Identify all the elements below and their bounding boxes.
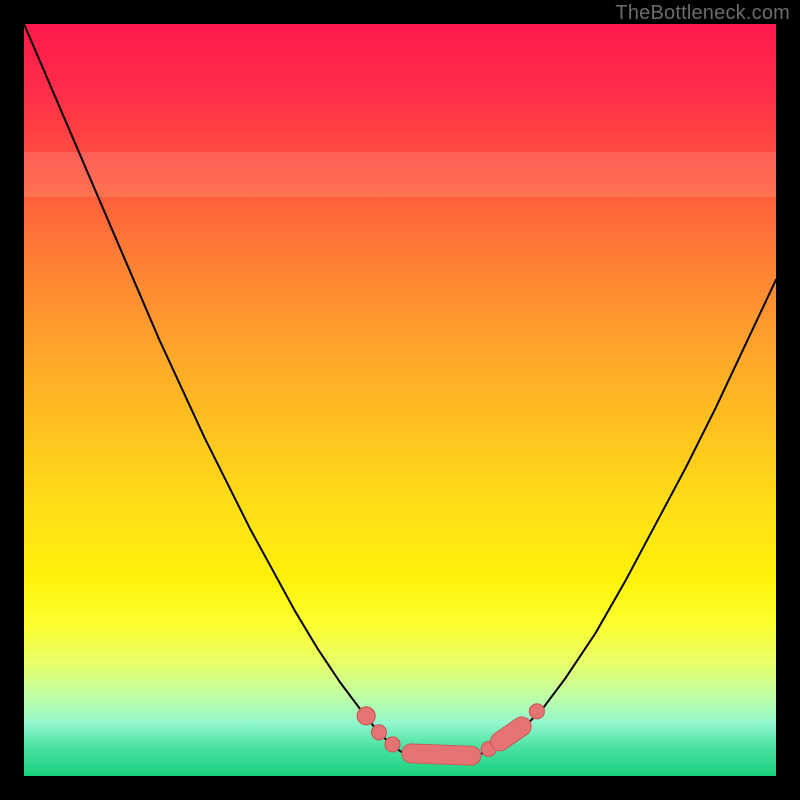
chart-marker-capsule <box>411 753 471 755</box>
chart-plot-area <box>24 24 776 776</box>
chart-marker-dot <box>371 725 386 740</box>
chart-svg-layer <box>24 24 776 776</box>
chart-markers-group <box>357 704 544 757</box>
chart-marker-dot <box>385 737 400 752</box>
stage: TheBottleneck.com <box>0 0 800 800</box>
watermark-text: TheBottleneck.com <box>615 2 790 25</box>
chart-marker-dot <box>529 704 544 719</box>
chart-marker-dot <box>357 707 375 725</box>
chart-curve <box>24 24 776 757</box>
chart-marker-capsule <box>500 726 522 741</box>
